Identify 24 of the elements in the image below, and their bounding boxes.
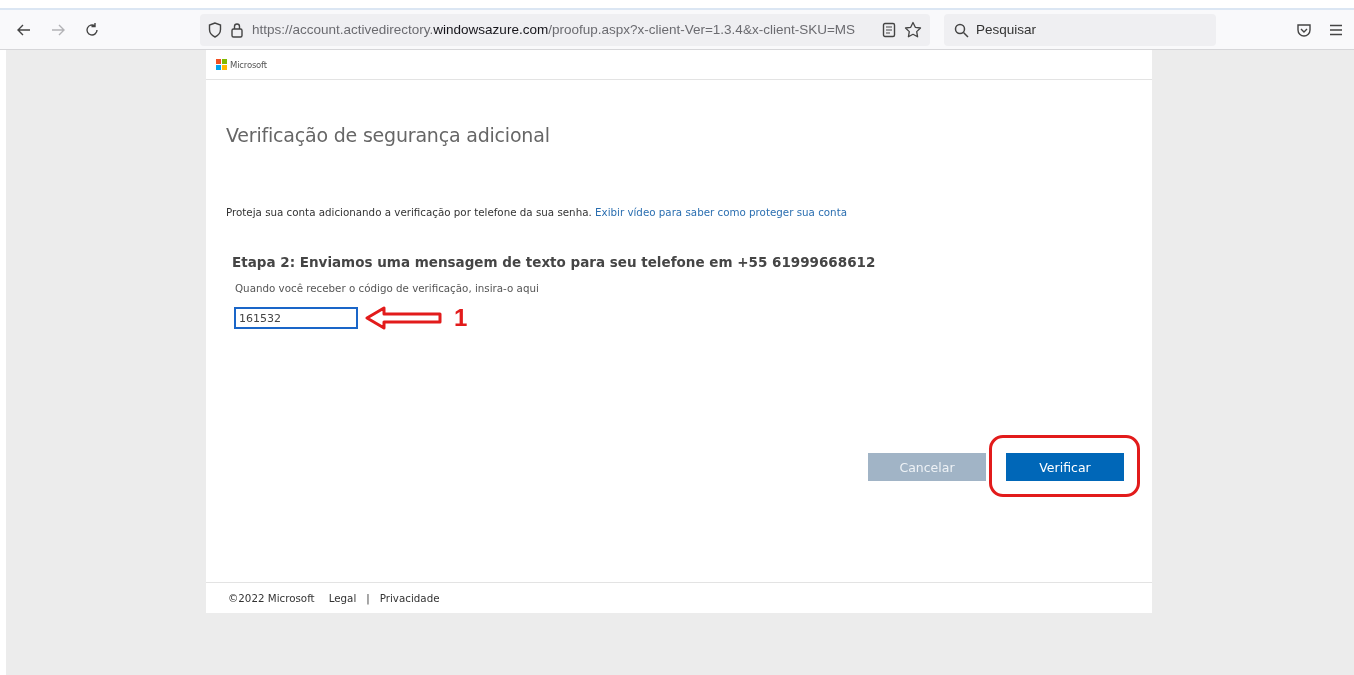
logo-icon [216,59,227,70]
page-title: Verificação de segurança adicional [226,124,551,146]
copyright-text: ©2022 Microsoft [228,592,315,604]
search-icon [954,22,969,38]
url-text: https://account.activedirectory.windowsazure.com/proofup.aspx?x-client-Ver=1.3.4&x-client-SKU=MS [252,22,857,37]
reload-icon [84,21,100,38]
verify-button[interactable]: Verificar [1006,453,1124,481]
intro-text: Proteja sua conta adicionando a verificação por telefone da sua senha. Exibir vídeo para saber como proteger sua conta [226,206,848,218]
code-label: Quando você receber o código de verificação, insira-o aqui [235,282,540,294]
lock-icon[interactable] [230,21,244,38]
video-link[interactable]: Exibir vídeo para saber como proteger sua conta [595,206,847,218]
star-icon[interactable] [904,20,922,39]
pocket-icon[interactable] [1296,21,1312,38]
brand-name: Microsoft [230,59,267,70]
footer-link[interactable]: Legal [328,592,357,604]
step-heading: Etapa 2: Enviamos uma mensagem de texto para seu telefone em +55 61999668612 [232,254,877,270]
reader-view-icon[interactable] [882,21,896,38]
code-field[interactable]: 161532 [234,307,358,329]
search-field[interactable]: Pesquisar [944,13,1216,46]
address-bar[interactable]: https://account.activedirectory.windowsazure.com/proofup.aspx?x-client-Ver=1.3.4&x-client-SKU=MS [200,13,930,46]
footer-link[interactable]: Privacidade [379,592,440,604]
link-separator: | [366,592,370,604]
shield-icon[interactable] [208,21,222,38]
annotation-number: 1 [454,304,468,332]
